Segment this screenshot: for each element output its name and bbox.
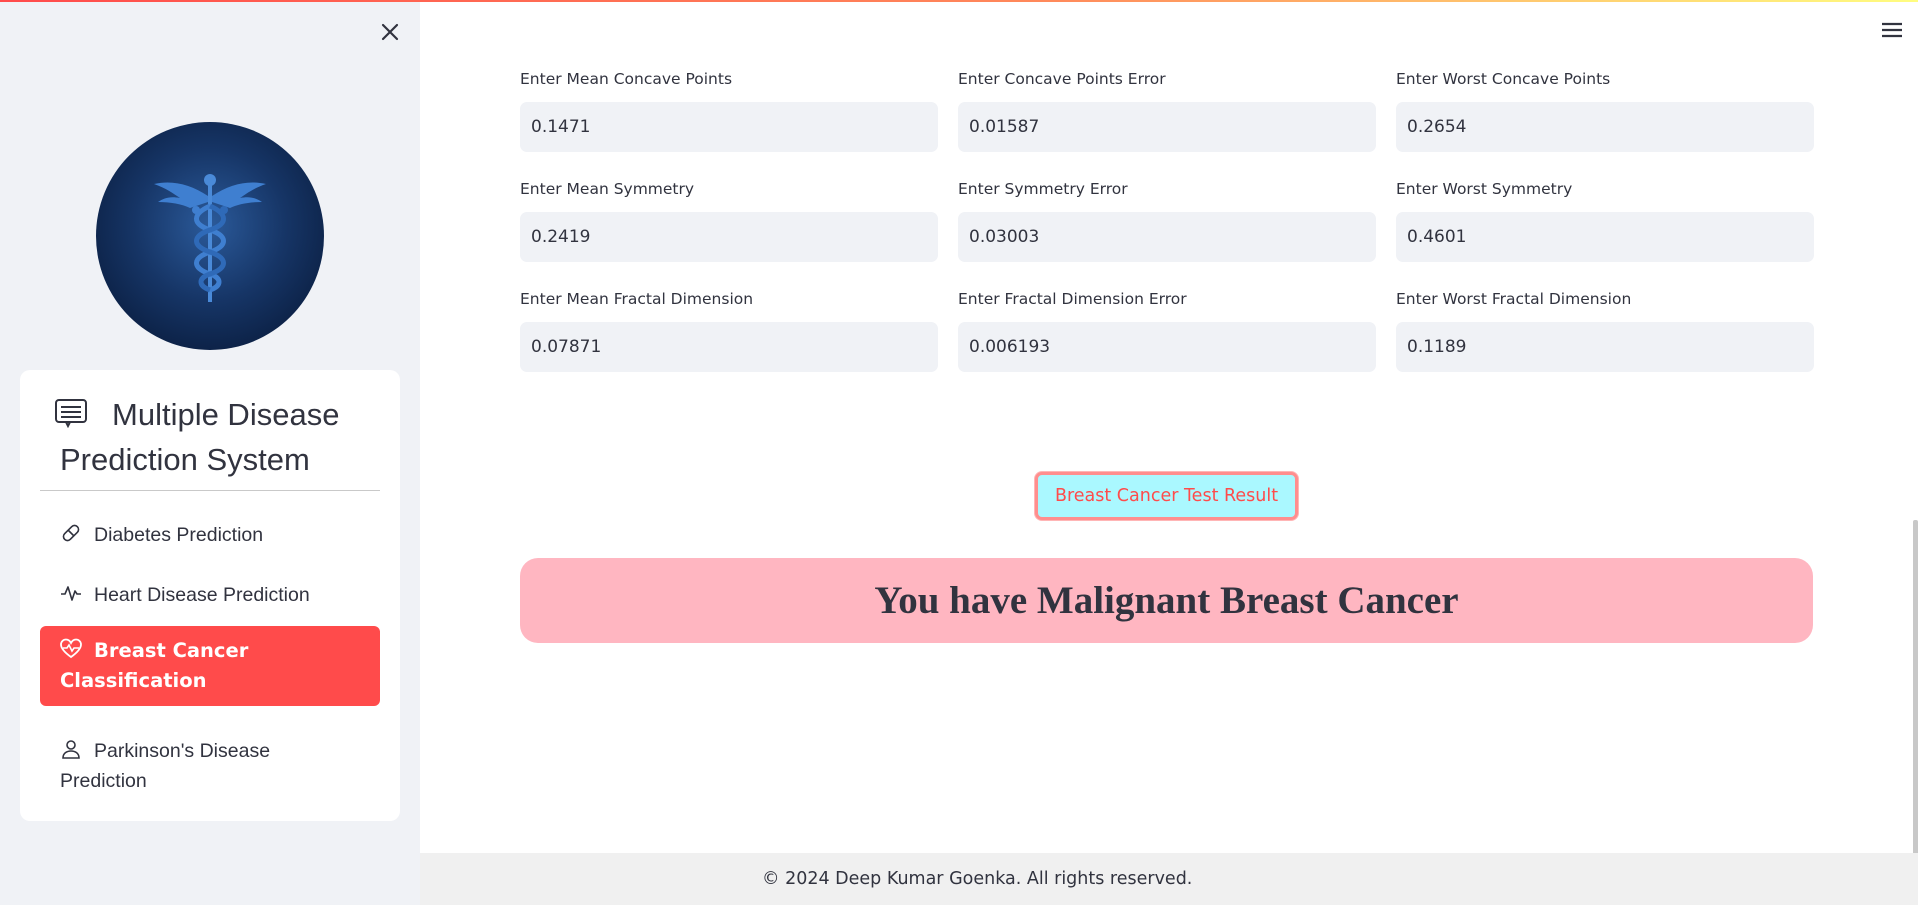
menu-title: Multiple Disease Prediction System (60, 397, 340, 477)
person-icon (62, 740, 80, 759)
menu-item-label: Parkinson's Disease Prediction (60, 740, 271, 792)
field-mean-fractal-dimension: Enter Mean Fractal Dimension (520, 287, 938, 372)
field-mean-concave-points: Enter Mean Concave Points (520, 67, 938, 152)
caduceus-icon (154, 174, 266, 302)
symmetry-error-input[interactable] (958, 212, 1376, 262)
field-label: Enter Fractal Dimension Error (958, 290, 1187, 308)
mean-symmetry-input[interactable] (520, 212, 938, 262)
menu-item-label: Heart Disease Prediction (94, 584, 310, 606)
footer: © 2024 Deep Kumar Goenka. All rights res… (420, 853, 1918, 905)
menu-item-diabetes[interactable]: Diabetes Prediction (40, 510, 380, 560)
mean-fractal-dimension-input[interactable] (520, 322, 938, 372)
field-label: Enter Mean Symmetry (520, 180, 695, 198)
menu-item-label: Breast Cancer Classification (60, 639, 249, 692)
mean-concave-points-input[interactable] (520, 102, 938, 152)
heart-pulse-icon (60, 638, 82, 659)
field-mean-symmetry: Enter Mean Symmetry (520, 177, 938, 262)
worst-concave-points-input[interactable] (1396, 102, 1814, 152)
capsule-icon (62, 524, 80, 542)
top-decoration-stripe (0, 0, 1918, 2)
field-label: Enter Worst Concave Points (1396, 70, 1611, 88)
menu-item-label: Diabetes Prediction (94, 524, 264, 546)
field-symmetry-error: Enter Symmetry Error (958, 177, 1376, 262)
field-concave-points-error: Enter Concave Points Error (958, 67, 1376, 152)
field-label: Enter Concave Points Error (958, 70, 1166, 88)
field-label: Enter Worst Symmetry (1396, 180, 1573, 198)
activity-icon (61, 586, 81, 601)
menu-divider (40, 490, 380, 491)
field-worst-symmetry: Enter Worst Symmetry (1396, 177, 1814, 262)
sidebar: Multiple Disease Prediction System Diabe… (0, 0, 420, 905)
field-label: Enter Mean Concave Points (520, 70, 733, 88)
menu-item-parkinsons[interactable]: Parkinson's Disease Prediction (40, 726, 380, 806)
worst-symmetry-input[interactable] (1396, 212, 1814, 262)
fractal-dimension-error-input[interactable] (958, 322, 1376, 372)
main-content: Enter Mean Concave Points Enter Concave … (420, 0, 1918, 905)
field-label: Enter Mean Fractal Dimension (520, 290, 754, 308)
field-fractal-dimension-error: Enter Fractal Dimension Error (958, 287, 1376, 372)
close-sidebar-button[interactable] (376, 18, 404, 46)
scrollbar[interactable] (1913, 520, 1918, 855)
close-icon (381, 23, 399, 41)
menu-header: Multiple Disease Prediction System (40, 392, 380, 482)
result-banner: You have Malignant Breast Cancer (520, 558, 1813, 643)
field-worst-concave-points: Enter Worst Concave Points (1396, 67, 1814, 152)
field-label: Enter Symmetry Error (958, 180, 1128, 198)
menu-item-breast-cancer[interactable]: Breast Cancer Classification (40, 626, 380, 706)
worst-fractal-dimension-input[interactable] (1396, 322, 1814, 372)
navigation-menu: Multiple Disease Prediction System Diabe… (20, 370, 400, 821)
menu-item-heart-disease[interactable]: Heart Disease Prediction (40, 570, 380, 620)
field-label: Enter Worst Fractal Dimension (1396, 290, 1632, 308)
field-worst-fractal-dimension: Enter Worst Fractal Dimension (1396, 287, 1814, 372)
breast-cancer-test-result-button[interactable]: Breast Cancer Test Result (1035, 472, 1298, 520)
hamburger-icon[interactable] (1880, 20, 1904, 40)
concave-points-error-input[interactable] (958, 102, 1376, 152)
result-message: You have Malignant Breast Cancer (874, 579, 1459, 622)
footer-copyright: © 2024 Deep Kumar Goenka. All rights res… (762, 869, 1193, 889)
app-logo (96, 122, 324, 350)
